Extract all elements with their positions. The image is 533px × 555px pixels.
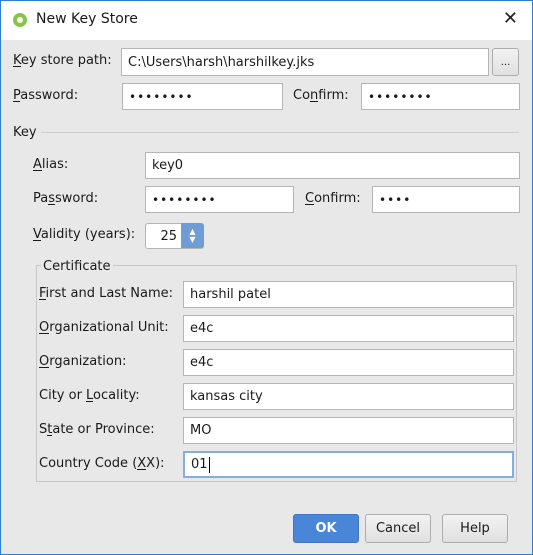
validity-label: Validity (years): xyxy=(33,227,136,242)
spinner-arrows-icon[interactable]: ▲ ▼ xyxy=(181,223,204,248)
close-icon[interactable]: ✕ xyxy=(503,8,518,29)
certificate-field-input[interactable]: 01 xyxy=(183,451,514,478)
alias-label: Alias: xyxy=(33,157,69,172)
key-store-path-input[interactable]: C:\Users\harsh\harshilkey.jks xyxy=(121,48,489,76)
new-key-store-dialog: New Key Store ✕ Key store path: C:\Users… xyxy=(0,0,533,555)
certificate-field-input[interactable]: kansas city xyxy=(183,383,514,410)
certificate-field-label: Organizational Unit: xyxy=(39,320,169,335)
key-store-path-label: Key store path: xyxy=(13,53,112,68)
android-studio-icon xyxy=(13,13,27,27)
certificate-legend: Certificate xyxy=(41,259,113,274)
browse-button[interactable]: ... xyxy=(492,48,519,76)
keystore-password-input[interactable]: •••••••• xyxy=(122,83,283,110)
certificate-field-input[interactable]: harshil patel xyxy=(183,281,514,308)
certificate-field-value: kansas city xyxy=(190,389,263,404)
key-section-label: Key xyxy=(13,125,37,140)
certificate-field-input[interactable]: e4c xyxy=(183,349,514,376)
certificate-field-value: harshil patel xyxy=(190,287,271,302)
certificate-field-value: e4c xyxy=(190,355,214,370)
certificate-field-label: First and Last Name: xyxy=(39,286,174,301)
keystore-confirm-label: Confirm: xyxy=(293,88,349,103)
certificate-field-input[interactable]: e4c xyxy=(183,315,514,342)
key-password-label: Password: xyxy=(33,191,99,206)
keystore-password-label: Password: xyxy=(13,88,79,103)
certificate-field-label: City or Locality: xyxy=(39,388,140,403)
alias-input[interactable]: key0 xyxy=(145,152,520,179)
certificate-field-label: State or Province: xyxy=(39,422,155,437)
certificate-field-value: 01 xyxy=(191,457,208,472)
title-bar: New Key Store ✕ xyxy=(1,1,532,40)
certificate-field-value: e4c xyxy=(190,321,214,336)
certificate-field-input[interactable]: MO xyxy=(183,417,514,444)
key-confirm-input[interactable]: •••• xyxy=(372,186,520,213)
key-password-input[interactable]: •••••••• xyxy=(145,186,294,213)
keystore-confirm-input[interactable]: •••••••• xyxy=(361,83,520,110)
certificate-field-value: MO xyxy=(190,423,212,438)
help-button[interactable]: Help xyxy=(442,514,508,543)
text-caret xyxy=(208,456,210,473)
ok-button[interactable]: OK xyxy=(293,514,359,543)
certificate-field-label: Organization: xyxy=(39,354,127,369)
key-confirm-label: Confirm: xyxy=(305,191,361,206)
key-section-divider xyxy=(41,132,519,133)
certificate-field-label: Country Code (XX): xyxy=(39,456,165,471)
dialog-title: New Key Store xyxy=(36,11,138,27)
cancel-button[interactable]: Cancel xyxy=(365,514,431,543)
